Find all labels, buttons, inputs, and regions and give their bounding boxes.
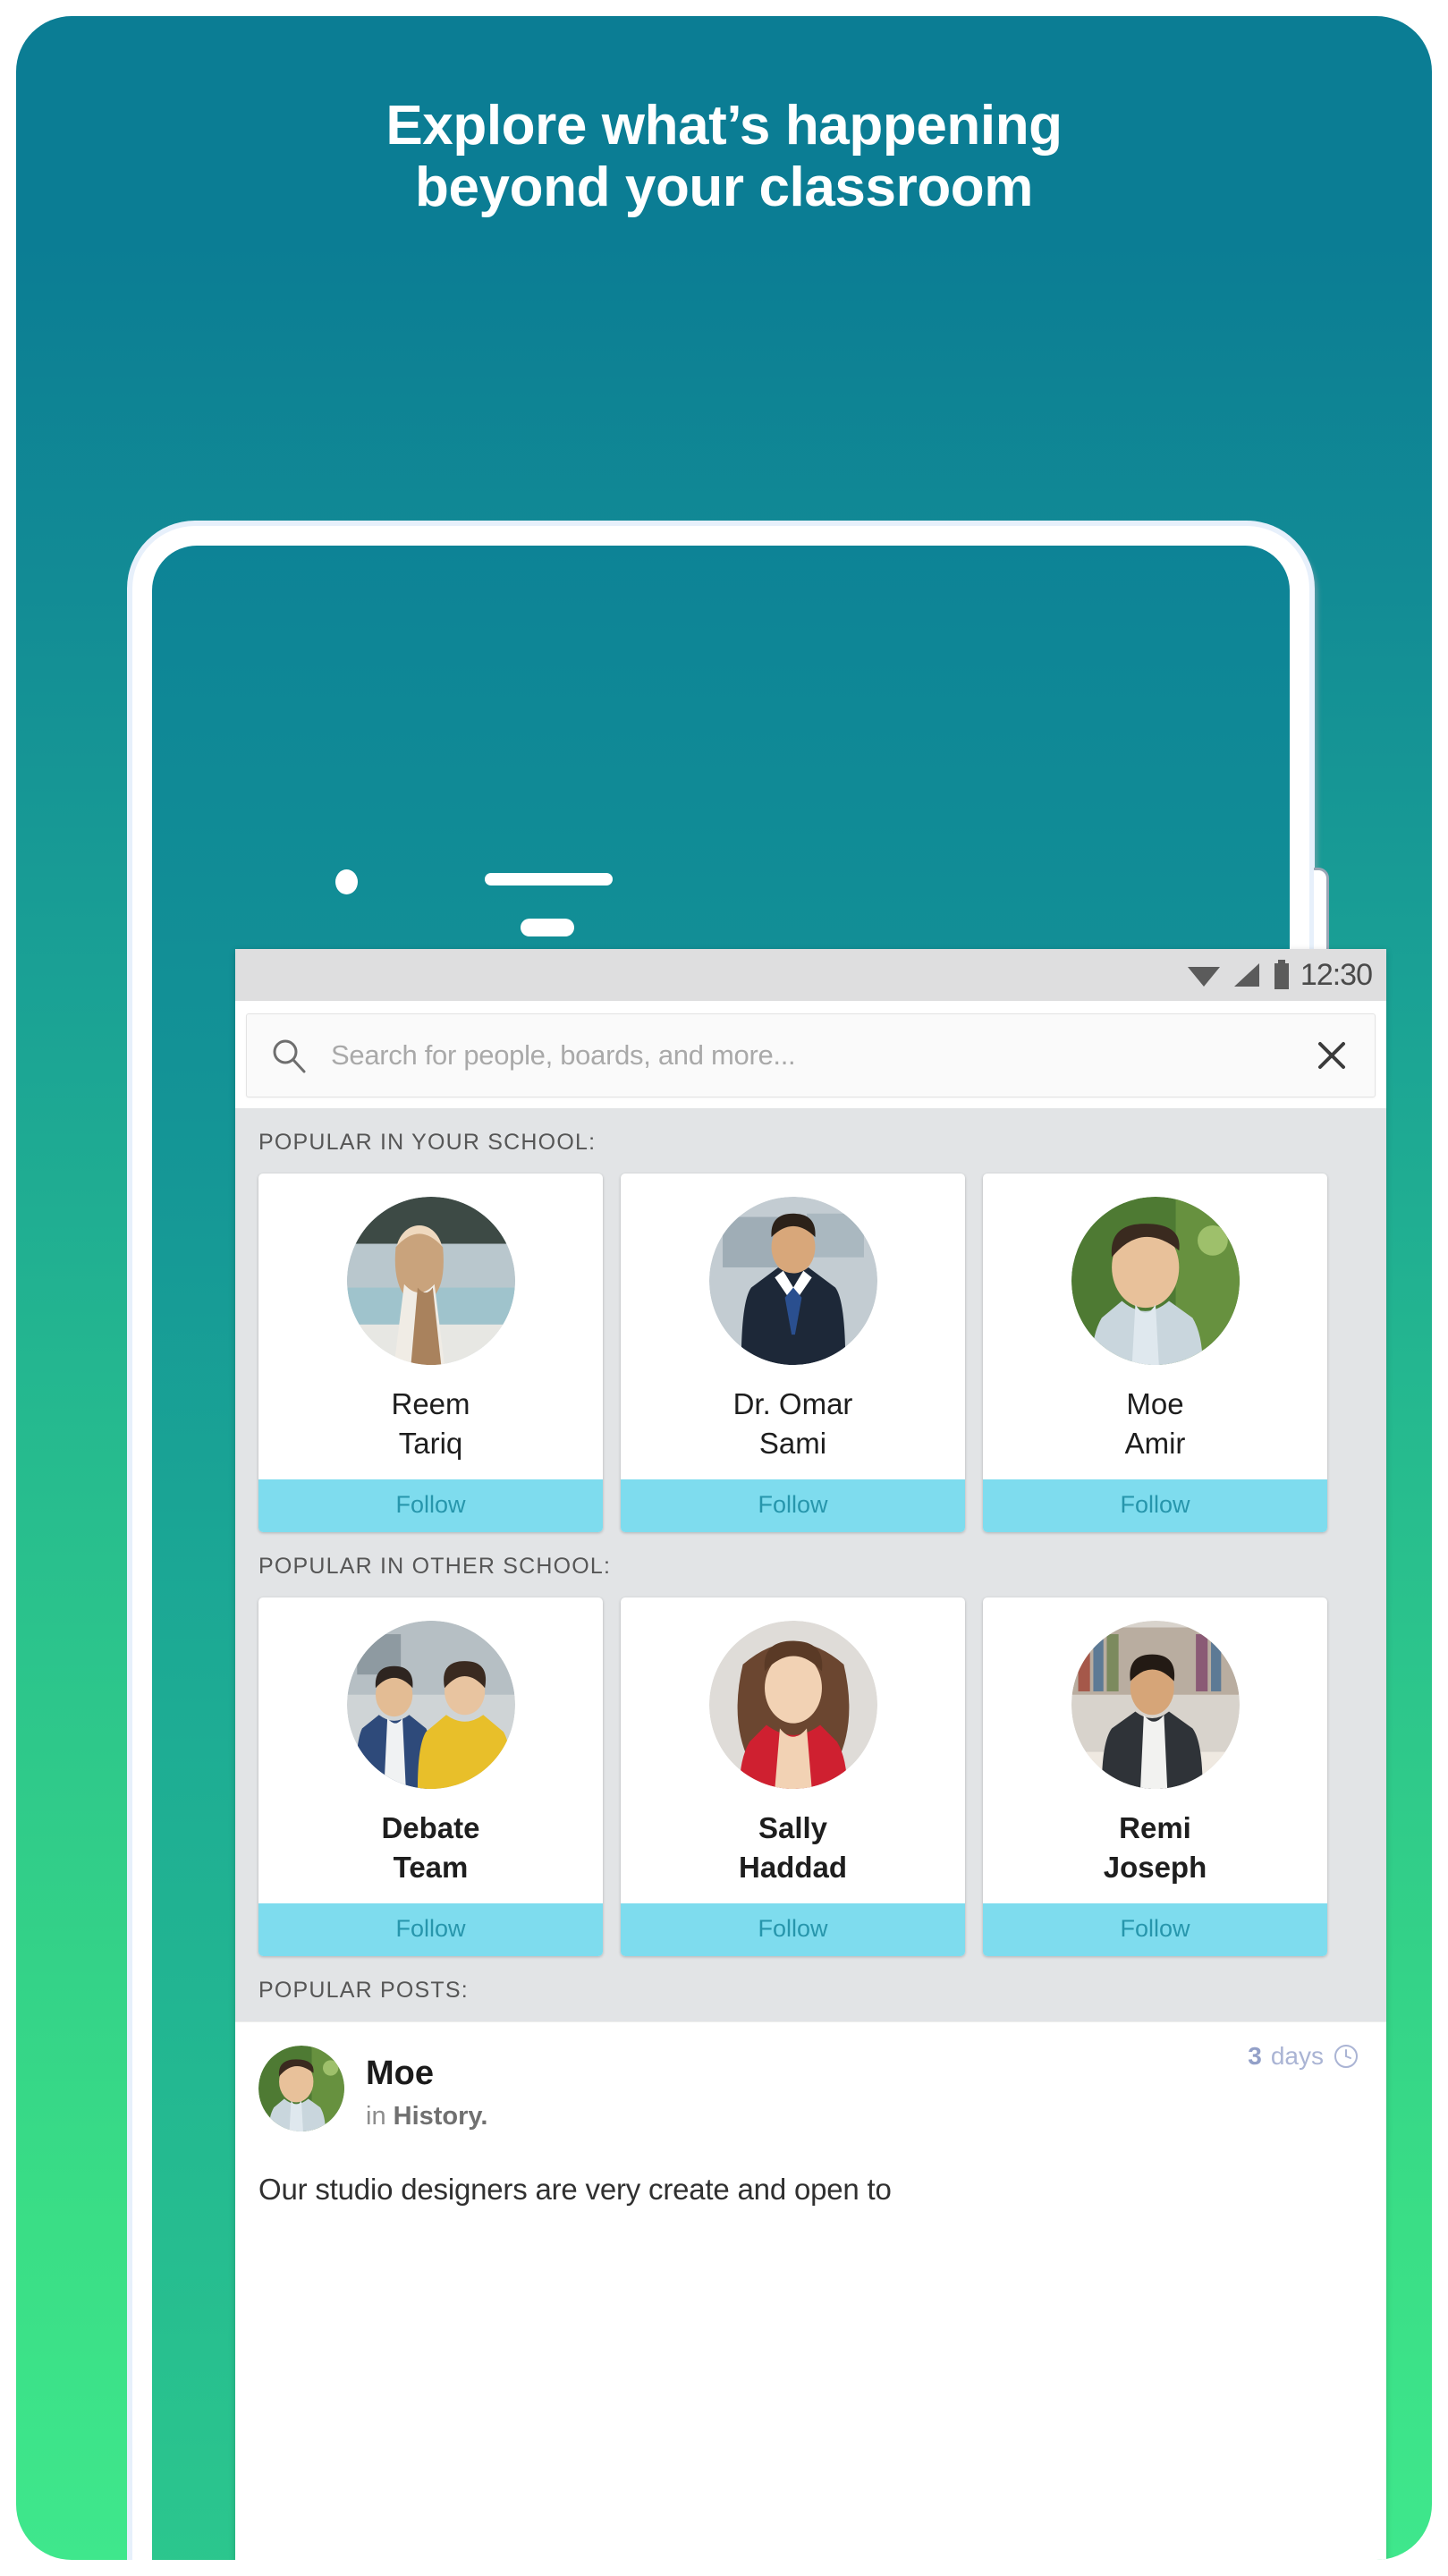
profile-name-line-2: Team bbox=[393, 1850, 469, 1884]
section-label: POPULAR IN OTHER SCHOOL: bbox=[258, 1553, 612, 1579]
avatar bbox=[708, 1197, 877, 1365]
profile-card[interactable]: Remi Joseph Follow bbox=[983, 1597, 1327, 1956]
close-icon[interactable] bbox=[1312, 1036, 1351, 1075]
profile-name-line-2: Haddad bbox=[738, 1850, 847, 1884]
profile-card[interactable]: Dr. Omar Sami Follow bbox=[621, 1174, 965, 1532]
post-item[interactable]: 3 days Moe in History. Our studio design… bbox=[235, 2021, 1386, 2211]
section-header-popular-posts: POPULAR POSTS: bbox=[235, 1955, 1386, 2021]
page-title: Explore what’s happening beyond your cla… bbox=[16, 95, 1432, 219]
section-header-other-school: POPULAR IN OTHER SCHOOL: bbox=[235, 1531, 1386, 1597]
signal-icon bbox=[1233, 963, 1259, 987]
post-author[interactable]: Moe bbox=[366, 2055, 1363, 2094]
section-header-your-school: POPULAR IN YOUR SCHOOL: bbox=[235, 1108, 1386, 1174]
profile-name-line-1: Remi bbox=[1119, 1810, 1191, 1844]
post-board-name[interactable]: History. bbox=[394, 2102, 488, 2131]
profile-name: Dr. Omar Sami bbox=[621, 1385, 965, 1463]
follow-button[interactable]: Follow bbox=[258, 1479, 603, 1532]
status-time: 12:30 bbox=[1300, 957, 1373, 992]
profile-card[interactable]: Debate Team Follow bbox=[258, 1597, 603, 1956]
profile-name: Reem Tariq bbox=[258, 1385, 603, 1463]
headline-line-1: Explore what’s happening bbox=[385, 95, 1063, 157]
app-window: 12:30 POPULAR IN YOUR S bbox=[235, 949, 1386, 2560]
cards-row-other-school: Debate Team Follow Sally Haddad Follow R… bbox=[235, 1597, 1386, 1956]
wifi-icon bbox=[1187, 967, 1220, 987]
search-bar[interactable] bbox=[246, 1013, 1376, 1097]
search-icon bbox=[273, 1039, 306, 1073]
profile-card[interactable]: Sally Haddad Follow bbox=[621, 1597, 965, 1956]
profile-name-line-2: Joseph bbox=[1103, 1850, 1207, 1884]
profile-name-line-1: Debate bbox=[381, 1810, 480, 1844]
profile-card-body: Reem Tariq bbox=[258, 1174, 603, 1479]
post-time-unit: days bbox=[1270, 2041, 1324, 2070]
home-indicator bbox=[521, 919, 574, 936]
search-bar-container bbox=[235, 1001, 1386, 1108]
profile-name-line-1: Reem bbox=[391, 1387, 470, 1420]
profile-card-body: Sally Haddad bbox=[621, 1597, 965, 1903]
post-header: Moe in History. bbox=[258, 2045, 1363, 2132]
section-label: POPULAR POSTS: bbox=[258, 1977, 469, 2003]
follow-button[interactable]: Follow bbox=[621, 1479, 965, 1532]
profile-name-line-1: Moe bbox=[1126, 1387, 1184, 1420]
clock-icon bbox=[1334, 2044, 1358, 2068]
post-board: in History. bbox=[366, 2102, 1363, 2131]
follow-button[interactable]: Follow bbox=[983, 1902, 1327, 1956]
battery-icon bbox=[1274, 960, 1289, 989]
profile-name: Remi Joseph bbox=[983, 1809, 1327, 1887]
post-time-value: 3 bbox=[1248, 2041, 1262, 2070]
avatar bbox=[346, 1620, 515, 1789]
promo-canvas: Explore what’s happening beyond your cla… bbox=[16, 16, 1432, 2560]
avatar bbox=[708, 1620, 877, 1789]
follow-button[interactable]: Follow bbox=[258, 1902, 603, 1956]
cards-row-your-school: Reem Tariq Follow Dr. Omar Sami Follow M… bbox=[235, 1174, 1386, 1532]
post-text: Our studio designers are very create and… bbox=[258, 2173, 892, 2207]
phone-mockup: 12:30 POPULAR IN YOUR S bbox=[132, 526, 1386, 2560]
status-bar: 12:30 bbox=[235, 949, 1386, 1001]
post-board-prefix: in bbox=[366, 2102, 394, 2131]
profile-name: Debate Team bbox=[258, 1809, 603, 1887]
profile-name-line-2: Amir bbox=[1124, 1426, 1186, 1460]
avatar bbox=[1071, 1620, 1240, 1789]
avatar bbox=[346, 1197, 515, 1365]
follow-button[interactable]: Follow bbox=[983, 1479, 1327, 1532]
profile-card-body: Dr. Omar Sami bbox=[621, 1174, 965, 1479]
profile-card-body: Debate Team bbox=[258, 1597, 603, 1903]
search-input[interactable] bbox=[308, 1038, 1312, 1072]
profile-card[interactable]: Moe Amir Follow bbox=[983, 1174, 1327, 1532]
profile-card-body: Remi Joseph bbox=[983, 1597, 1327, 1903]
headline-line-2: beyond your classroom bbox=[414, 157, 1033, 219]
profile-name-line-1: Dr. Omar bbox=[732, 1387, 853, 1420]
avatar[interactable] bbox=[258, 2045, 344, 2131]
profile-name-line-2: Sami bbox=[758, 1426, 827, 1460]
camera-icon bbox=[335, 869, 358, 894]
profile-card[interactable]: Reem Tariq Follow bbox=[258, 1174, 603, 1532]
post-timestamp: 3 days bbox=[1248, 2042, 1359, 2071]
profile-name: Moe Amir bbox=[983, 1385, 1327, 1463]
post-meta: Moe in History. bbox=[366, 2046, 1363, 2132]
follow-button[interactable]: Follow bbox=[621, 1902, 965, 1956]
speaker-grill bbox=[485, 873, 613, 886]
avatar bbox=[1071, 1197, 1240, 1365]
profile-name: Sally Haddad bbox=[621, 1809, 965, 1887]
profile-name-line-2: Tariq bbox=[398, 1426, 463, 1460]
profile-name-line-1: Sally bbox=[758, 1810, 828, 1844]
profile-card-body: Moe Amir bbox=[983, 1174, 1327, 1479]
section-label: POPULAR IN YOUR SCHOOL: bbox=[258, 1130, 597, 1155]
